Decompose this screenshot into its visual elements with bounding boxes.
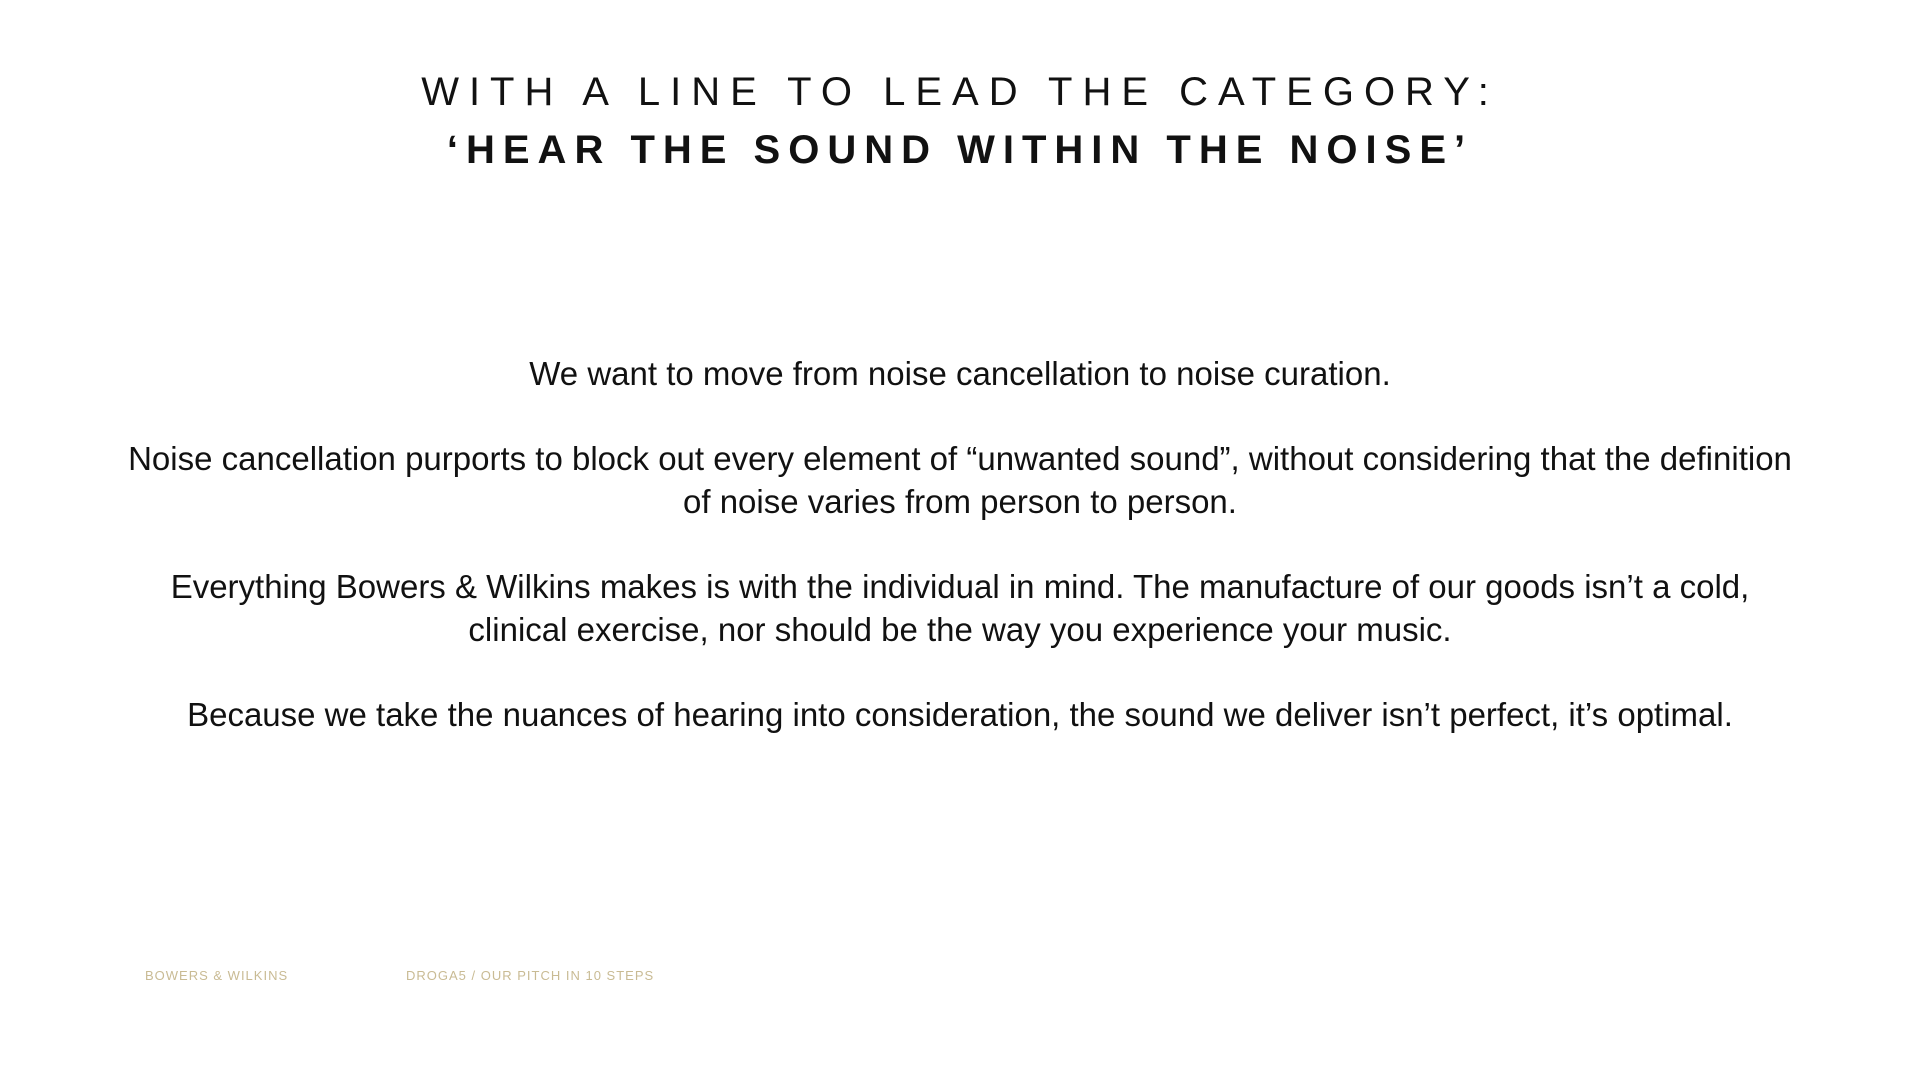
slide-footer: BOWERS & WILKINS DROGA5 / OUR PITCH IN 1… — [0, 968, 1920, 988]
footer-brand: BOWERS & WILKINS — [145, 968, 289, 983]
footer-pitch-label: DROGA5 / OUR PITCH IN 10 STEPS — [406, 968, 655, 983]
heading-line-1: WITH A LINE TO LEAD THE CATEGORY: — [421, 70, 1499, 114]
body-paragraph-1: We want to move from noise cancellation … — [529, 355, 1391, 392]
heading-line-2-tagline: ‘HEAR THE SOUND WITHIN THE NOISE’ — [446, 128, 1474, 172]
body-paragraph-2: Noise cancellation purports to block out… — [128, 440, 1792, 520]
slide-body: We want to move from noise cancellation … — [120, 352, 1800, 778]
body-paragraph-3: Everything Bowers & Wilkins makes is wit… — [170, 568, 1750, 648]
body-paragraph-4: Because we take the nuances of hearing i… — [187, 696, 1733, 733]
slide-heading: WITH A LINE TO LEAD THE CATEGORY: ‘HEAR … — [0, 64, 1920, 178]
slide: WITH A LINE TO LEAD THE CATEGORY: ‘HEAR … — [0, 0, 1920, 1080]
